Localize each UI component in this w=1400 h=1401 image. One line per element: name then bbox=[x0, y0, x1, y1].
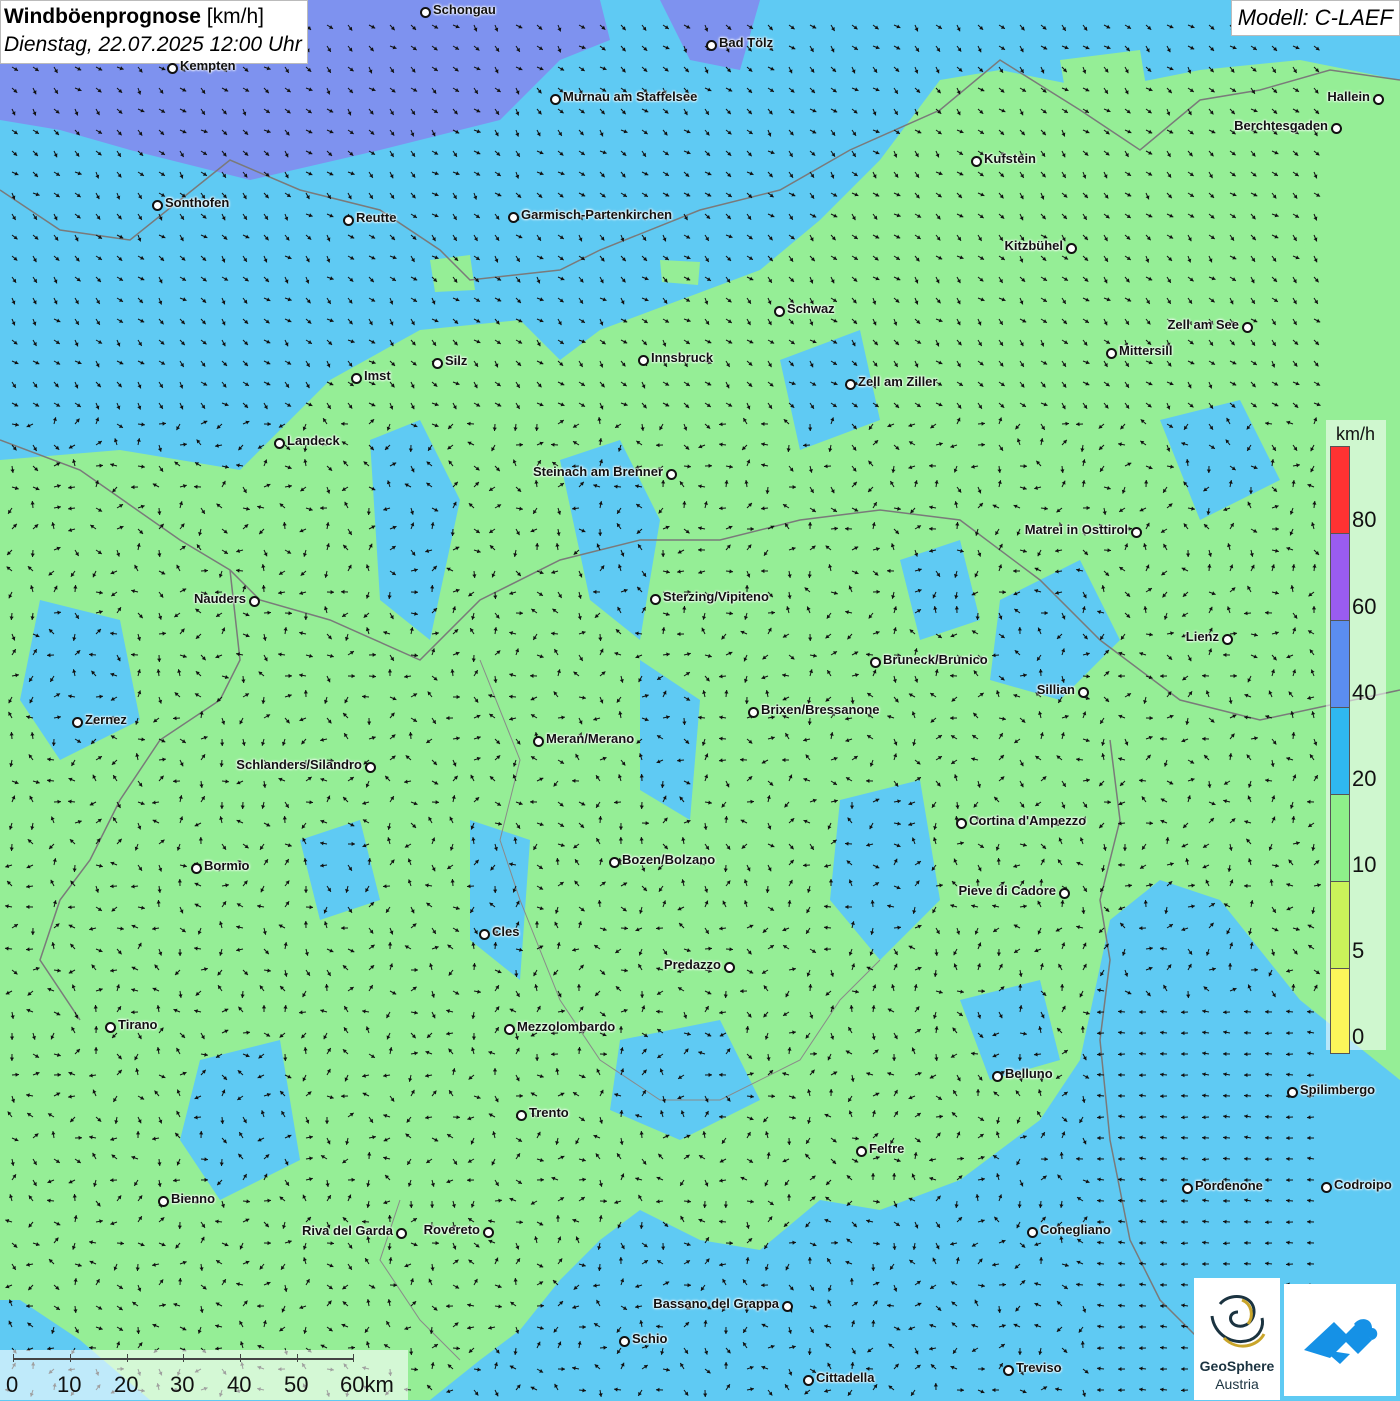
green-patch-3 bbox=[430, 255, 475, 292]
green-patch-2 bbox=[1230, 200, 1310, 300]
